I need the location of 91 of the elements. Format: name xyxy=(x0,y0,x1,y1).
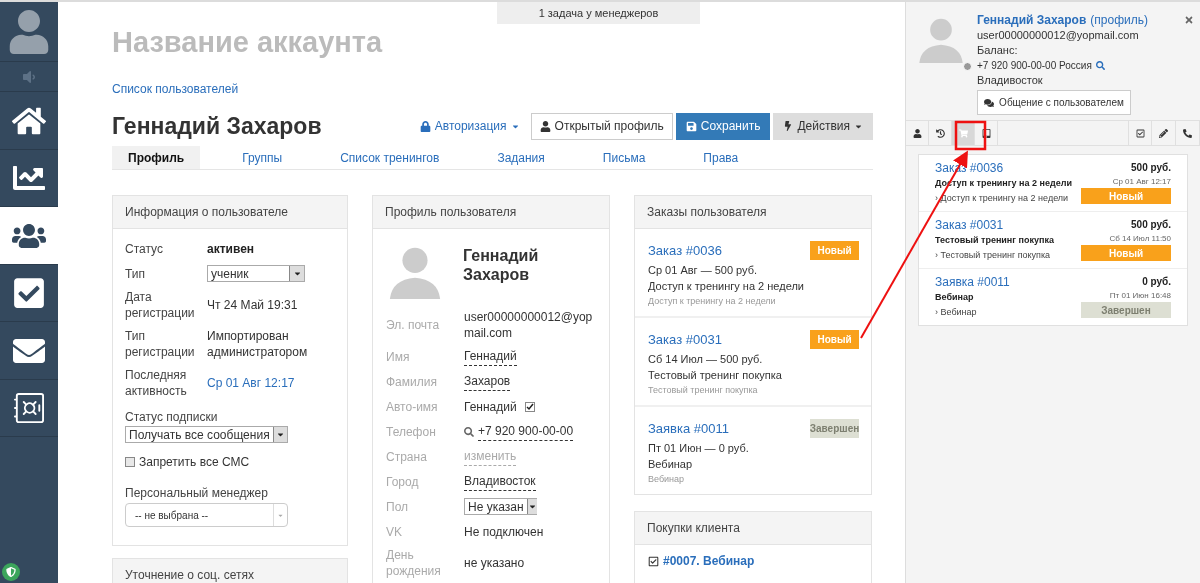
field-value: Импортирован администратором xyxy=(207,328,309,360)
user-name: Геннадий Захаров xyxy=(112,111,322,141)
field-label: Статус xyxy=(125,241,164,257)
profile-tab[interactable]: Письма xyxy=(586,146,662,169)
purchase-link[interactable]: #0007. Вебинар xyxy=(663,552,755,570)
order-link[interactable]: Заказ #0036 xyxy=(648,242,722,260)
order-link[interactable]: Заявка #0011 xyxy=(648,420,730,438)
order-status: Новый xyxy=(1081,188,1171,204)
field-label: Страна xyxy=(386,448,428,465)
field-label: Последняя активность xyxy=(125,367,188,399)
field-label: Эл. почта xyxy=(386,317,441,333)
field-label: Имя xyxy=(386,348,411,365)
field-label: VK xyxy=(386,523,403,540)
profile-tab[interactable]: Профиль xyxy=(112,146,201,169)
panel-title: Информация о пользователе xyxy=(125,204,288,221)
auth-dropdown[interactable]: Авторизация xyxy=(411,113,528,139)
phone-value[interactable]: +7 920 900-00-00 xyxy=(478,422,574,441)
field-label: Тип регистрации xyxy=(125,328,196,360)
checkbox-label: Запретить все СМС xyxy=(139,454,250,471)
order-price: 500 руб. xyxy=(1131,218,1171,232)
field-label: Статус подписки xyxy=(125,409,219,426)
panel-title: Профиль пользователя xyxy=(385,204,517,221)
field-label: Авто-имя xyxy=(386,398,439,415)
panel-title: Покупки клиента xyxy=(647,520,740,537)
order-note: Доступ к тренингу на 2 недели xyxy=(648,295,777,308)
field-link[interactable]: Ср 01 Авг 12:17 xyxy=(207,374,335,392)
profile-tab[interactable]: Права xyxy=(687,146,755,169)
order-subtitle: › Вебинар xyxy=(935,306,978,319)
order-subtitle: › Тестовый тренинг покупка xyxy=(935,249,1052,262)
field-value: Не подключен xyxy=(464,523,544,540)
profile-tab[interactable]: Задания xyxy=(481,146,561,169)
field-value: Геннадий xyxy=(464,398,517,416)
order-link[interactable]: Заказ #0031 xyxy=(935,217,1054,233)
user-name-link[interactable]: Геннадий Захаров xyxy=(977,13,1087,28)
order-status: Новый xyxy=(1081,245,1171,261)
panel-title: Уточнение о соц. сетях xyxy=(125,567,254,583)
gender-select[interactable]: Не указан xyxy=(464,498,537,515)
order-status: Завершен xyxy=(1081,302,1171,318)
field-label: Телефон xyxy=(386,423,437,440)
order-link[interactable]: Заявка #0011 xyxy=(935,274,1010,290)
order-date: Ср 01 Авг 12:17 xyxy=(1112,176,1171,188)
field-label: Персональный менеджер xyxy=(125,485,269,502)
field-label: Пол xyxy=(386,498,410,515)
editable-value[interactable]: Захаров xyxy=(464,372,511,391)
field-label: Дата регистрации xyxy=(125,289,196,321)
editable-value[interactable]: Владивосток xyxy=(464,472,536,491)
order-product: Вебинар xyxy=(648,457,694,472)
order-status: Новый xyxy=(810,330,859,349)
order-link[interactable]: Заказ #0031 xyxy=(648,331,722,349)
order-title: Вебинар xyxy=(935,291,975,304)
actions-dropdown[interactable]: Действия xyxy=(773,112,873,140)
breadcrumb-link[interactable]: Список пользователей xyxy=(112,80,873,102)
editable-value[interactable]: Геннадий xyxy=(464,347,517,366)
order-note: Вебинар xyxy=(648,473,686,486)
order-price: 500 руб. xyxy=(1131,161,1171,175)
user-city: Владивосток xyxy=(977,73,1044,88)
open-profile-button[interactable]: Открытый профиль xyxy=(530,112,673,140)
balance-label: Баланс: xyxy=(977,43,1019,58)
field-value: активен xyxy=(207,241,256,258)
order-product: Доступ к тренингу на 2 недели xyxy=(648,279,805,294)
field-value: Чт 24 Май 19:31 xyxy=(207,297,299,313)
order-date: Сб 14 Июл — 500 руб. xyxy=(648,352,764,367)
profile-name: Геннадий Захаров xyxy=(463,246,540,285)
type-select[interactable]: ученик xyxy=(207,265,305,282)
chat-button[interactable]: Общение с пользователем xyxy=(977,90,1131,115)
profile-tab[interactable]: Группы xyxy=(226,146,299,169)
order-date: Сб 14 Июл 11:50 xyxy=(1109,233,1171,245)
field-label: Город xyxy=(386,473,420,490)
field-label: Фамилия xyxy=(386,373,438,390)
order-date: Пт 01 Июн 16:48 xyxy=(1109,290,1171,302)
panel-title: Заказы пользователя xyxy=(647,204,767,221)
save-button[interactable]: Сохранить xyxy=(675,112,771,140)
order-date: Ср 01 Авг — 500 руб. xyxy=(648,263,759,278)
field-label: День рождения xyxy=(386,547,442,579)
order-product: Тестовый тренинг покупка xyxy=(648,368,783,383)
order-status: Новый xyxy=(810,241,859,260)
profile-link[interactable]: (профиль) xyxy=(1090,13,1148,28)
order-date: Пт 01 Июн — 0 руб. xyxy=(648,441,750,456)
manager-select[interactable]: -- не выбрана -- xyxy=(125,503,288,527)
subscription-select[interactable]: Получать все сообщения xyxy=(125,426,288,443)
profile-tab[interactable]: Список тренингов xyxy=(324,146,456,169)
field-label: Тип xyxy=(125,265,146,282)
order-title: Тестовый тренинг покупка xyxy=(935,234,1054,247)
field-value: не указано xyxy=(464,555,525,571)
order-note: Тестовый тренинг покупка xyxy=(648,384,759,397)
account-title: Название аккаунта xyxy=(112,25,384,60)
field-value: user00000000012@yopmail.com xyxy=(464,309,594,341)
order-price: 0 руб. xyxy=(1142,275,1171,289)
user-email: user00000000012@yopmail.com xyxy=(977,28,1140,43)
order-status: Завершен xyxy=(810,419,859,438)
user-phone: +7 920 900-00-00 Россия xyxy=(977,59,1092,73)
